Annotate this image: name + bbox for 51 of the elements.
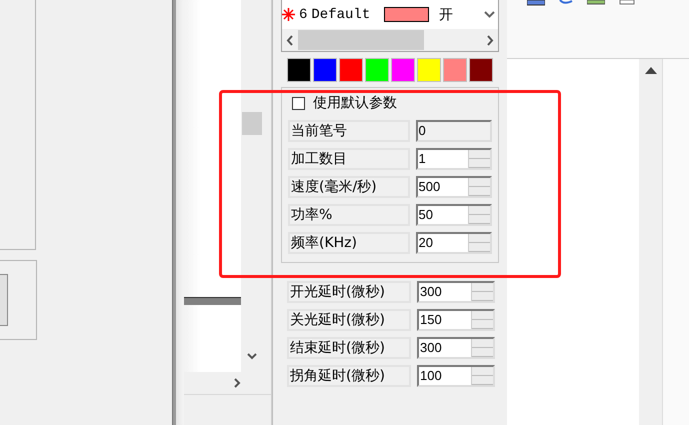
chevron-down-icon[interactable] <box>484 11 494 18</box>
param-field[interactable]: 300 <box>417 281 495 303</box>
arrow-up-icon[interactable] <box>644 67 656 74</box>
spin-buttons[interactable] <box>468 234 490 252</box>
param-field[interactable]: 0 <box>416 120 492 142</box>
param-label: 当前笔号 <box>288 120 410 142</box>
scroll-thumb[interactable] <box>298 30 424 50</box>
spin-buttons[interactable] <box>471 339 493 357</box>
color-swatch[interactable] <box>469 58 493 82</box>
param-label: 功率% <box>288 204 410 226</box>
color-swatch[interactable] <box>417 58 441 82</box>
chevron-right-icon[interactable] <box>486 34 494 46</box>
checkbox-label: 使用默认参数 <box>313 94 397 112</box>
chevron-left-icon[interactable] <box>286 34 294 46</box>
param-label: 频率(KHz) <box>288 232 410 254</box>
spin-buttons[interactable] <box>471 367 493 385</box>
pen-number: 6 <box>299 6 308 22</box>
color-swatch[interactable] <box>287 58 311 82</box>
chevron-right-icon[interactable] <box>234 378 241 388</box>
color-swatch[interactable] <box>443 58 467 82</box>
param-label: 关光延时(微秒) <box>287 309 411 331</box>
separator-bar <box>184 297 241 305</box>
spin-buttons[interactable] <box>468 150 490 168</box>
drawing-canvas[interactable] <box>507 59 639 425</box>
scroll-thumb[interactable] <box>242 112 262 135</box>
button[interactable] <box>0 274 8 326</box>
param-label: 速度(毫米/秒) <box>288 176 410 198</box>
chevron-down-icon[interactable] <box>247 353 257 360</box>
param-label: 拐角延时(微秒) <box>287 365 411 387</box>
param-label: 开光延时(微秒) <box>287 281 411 303</box>
spin-buttons[interactable] <box>471 283 493 301</box>
color-swatch[interactable] <box>391 58 415 82</box>
param-field[interactable]: 300 <box>417 337 495 359</box>
color-swatch[interactable] <box>365 58 389 82</box>
param-field[interactable]: 1 <box>416 148 492 170</box>
color-swatch[interactable] <box>339 58 363 82</box>
param-field[interactable]: 50 <box>416 204 492 226</box>
pen-state: 开 <box>439 6 454 24</box>
param-field[interactable]: 20 <box>416 232 492 254</box>
pen-name: Default <box>311 6 370 22</box>
spin-buttons[interactable] <box>468 178 490 196</box>
param-label: 加工数目 <box>288 148 410 170</box>
spin-buttons[interactable] <box>471 311 493 329</box>
param-field[interactable]: 150 <box>417 309 495 331</box>
asterisk-icon <box>282 8 295 21</box>
spin-buttons[interactable] <box>468 206 490 224</box>
param-field[interactable]: 100 <box>417 365 495 387</box>
param-field[interactable]: 500 <box>416 176 492 198</box>
color-swatch[interactable] <box>313 58 337 82</box>
param-label: 结束延时(微秒) <box>287 337 411 359</box>
checkbox[interactable] <box>292 96 305 110</box>
